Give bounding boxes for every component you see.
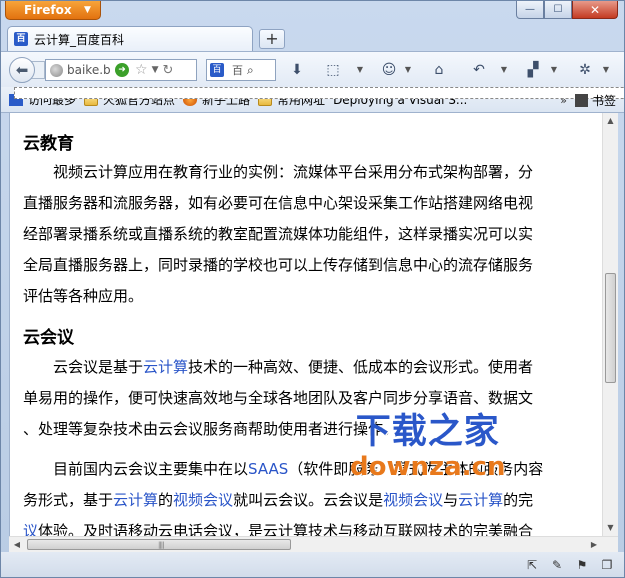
text-run: 就叫云会议。云会议是 <box>233 491 384 509</box>
text-run: 的完 <box>503 491 534 509</box>
back-button[interactable]: ⬅ <box>9 57 35 83</box>
minimize-button[interactable]: — <box>516 1 544 19</box>
maximize-button[interactable]: ☐ <box>544 1 572 19</box>
text-run: 目前国内云会议主要集中在以 <box>23 460 249 478</box>
tab-active[interactable]: 百 云计算_百度百科 <box>7 26 253 51</box>
page-icon <box>14 87 624 99</box>
text-run: 与 <box>443 491 459 509</box>
bookmarks-menu-label[interactable]: 书签 <box>592 92 616 109</box>
text-line: 评估等各种应用。 <box>23 287 144 305</box>
watermark-title: 下载之家 <box>355 412 500 452</box>
star-icon[interactable]: ☆ <box>135 62 148 78</box>
section-heading-cloud-meeting: 云会议 <box>23 328 74 348</box>
text-run: 务形式，基于 <box>23 491 114 509</box>
text-line: 议体验。及时语移动云电话会议，是云计算技术与移动互联网技术的完美融合 <box>23 516 543 536</box>
search-icon[interactable]: ⌕ <box>247 63 254 78</box>
chevron-down-icon[interactable]: ▼ <box>355 60 365 80</box>
brush-icon[interactable]: ✎ <box>549 557 565 573</box>
search-engine-icon[interactable]: 百 <box>210 63 224 77</box>
link-meeting[interactable]: 议 <box>23 522 38 536</box>
tools-icon[interactable]: ✲ <box>575 60 595 80</box>
flag-icon[interactable]: ⚑ <box>574 557 590 573</box>
bookmarks-right: » 书签 <box>560 92 616 109</box>
restore-icon[interactable]: ⇱ <box>524 557 540 573</box>
scroll-down-icon[interactable]: ▼ <box>603 520 618 536</box>
text-run: 技术的一种高效、便捷、低成本的会议形式。使用者 <box>188 358 534 376</box>
vertical-scroll-thumb[interactable] <box>605 273 616 383</box>
grip-icon: |||| <box>158 541 165 549</box>
text-line: 全局直播服务器上，同时录播的学校也可以上传存储到信息中心的流存储服务 <box>23 256 534 274</box>
vertical-scrollbar[interactable]: ▲ ▼ <box>602 113 618 536</box>
url-bar[interactable]: baike.ba ➜ ☆ ▼ ↻ <box>45 59 197 81</box>
close-button[interactable]: ✕ <box>572 1 618 19</box>
screenshot-icon[interactable]: ⬚ <box>323 60 343 80</box>
text-line: 直播服务器和流服务器，如有必要可在信息中心架设采集工作站搭建网络电视 <box>23 194 534 212</box>
text-line: 视频云计算应用在教育行业的实例：流媒体平台采用分布式架构部署，分 <box>23 163 534 181</box>
text-run: 云会议是基于 <box>23 358 144 376</box>
search-bar[interactable]: 百 百 ⌕ <box>206 59 276 81</box>
home-icon[interactable]: ⌂ <box>429 60 449 80</box>
history-icon[interactable]: ↶ <box>469 60 489 80</box>
download-icon[interactable]: ⬇ <box>287 60 307 80</box>
status-bar: ⇱ ✎ ⚑ ❐ <box>1 552 624 577</box>
title-bar: Firefox ▼ — ☐ ✕ <box>1 1 624 23</box>
tab-strip: 百 云计算_百度百科 + <box>1 25 624 51</box>
bookmark-deploying[interactable]: Deploying a Visual S... <box>14 87 624 107</box>
bookmarks-menu-icon[interactable] <box>574 94 588 107</box>
smiley-icon[interactable]: ☺ <box>379 60 399 80</box>
text-line: 经部署录播系统或直播系统的教室配置流媒体功能组件，这样录播实况可以实 <box>23 225 534 243</box>
url-text[interactable]: baike.ba <box>67 63 111 77</box>
chevron-down-icon[interactable]: ▼ <box>499 60 509 80</box>
reload-icon[interactable]: ↻ <box>162 63 173 78</box>
firefox-menu-button[interactable]: Firefox ▼ <box>5 1 101 20</box>
go-icon[interactable]: ➜ <box>115 63 129 77</box>
link-cloud-computing[interactable]: 云计算 <box>458 491 503 509</box>
scroll-left-icon[interactable]: ◀ <box>9 537 25 553</box>
text-run: 的 <box>158 491 174 509</box>
addons-icon[interactable]: ▞ <box>523 60 543 80</box>
window-controls: — ☐ ✕ <box>516 1 618 19</box>
chevron-down-icon[interactable]: ▼ <box>601 60 611 80</box>
chevron-down-icon: ▼ <box>84 5 91 15</box>
bookmarks-overflow-button[interactable]: » <box>560 94 567 107</box>
paragraph-cloud-education: 视频云计算应用在教育行业的实例：流媒体平台采用分布式架构部署，分 直播服务器和流… <box>23 157 533 312</box>
url-dropdown-icon[interactable]: ▼ <box>152 65 159 75</box>
link-saas[interactable]: SAAS <box>248 460 288 478</box>
globe-icon <box>50 63 63 77</box>
scroll-up-icon[interactable]: ▲ <box>603 113 618 129</box>
text-line: 云会议是基于云计算技术的一种高效、便捷、低成本的会议形式。使用者 <box>23 352 533 383</box>
firefox-menu-label: Firefox <box>24 3 72 17</box>
text-run: 体验。及时语移动云电话会议，是云计算技术与移动互联网技术的完美融合 <box>38 522 534 536</box>
link-video-conference[interactable]: 视频会议 <box>383 491 443 509</box>
text-line: 务形式，基于云计算的视频会议就叫云会议。云会议是视频会议与云计算的完 <box>23 485 543 516</box>
section-heading-cloud-education: 云教育 <box>23 134 74 154</box>
horizontal-scroll-thumb[interactable]: |||| <box>27 539 291 550</box>
bookmarks-toolbar: 访问最多 火狐官方站点 新手上路 常用网址 Deploying a Visual… <box>1 87 624 113</box>
chevron-down-icon[interactable]: ▼ <box>403 60 413 80</box>
navigation-toolbar: ⬅ baike.ba ➜ ☆ ▼ ↻ 百 百 ⌕ ⬇ ⬚ ▼ ☺ ▼ ⌂ ↶ ▼… <box>1 51 624 87</box>
new-tab-button[interactable]: + <box>259 29 285 49</box>
window-icon[interactable]: ❐ <box>599 557 615 573</box>
page-content: 云教育 视频云计算应用在教育行业的实例：流媒体平台采用分布式架构部署，分 直播服… <box>9 113 602 536</box>
link-cloud-computing[interactable]: 云计算 <box>113 491 158 509</box>
browser-window: Firefox ▼ — ☐ ✕ 百 云计算_百度百科 + ⬅ baike.ba … <box>0 0 625 578</box>
watermark: 下载之家 downza.cn <box>350 403 505 482</box>
back-icon: ⬅ <box>15 61 29 79</box>
search-text[interactable]: 百 <box>232 62 243 78</box>
tab-label: 云计算_百度百科 <box>34 32 125 47</box>
link-cloud-computing[interactable]: 云计算 <box>143 358 188 376</box>
scroll-right-icon[interactable]: ▶ <box>586 537 602 553</box>
baidu-favicon-icon: 百 <box>14 32 28 46</box>
chevron-down-icon[interactable]: ▼ <box>549 60 559 80</box>
horizontal-scrollbar[interactable]: ◀ |||| ▶ <box>9 536 618 552</box>
watermark-url: downza.cn <box>350 452 506 482</box>
link-video-conference[interactable]: 视频会议 <box>173 491 233 509</box>
